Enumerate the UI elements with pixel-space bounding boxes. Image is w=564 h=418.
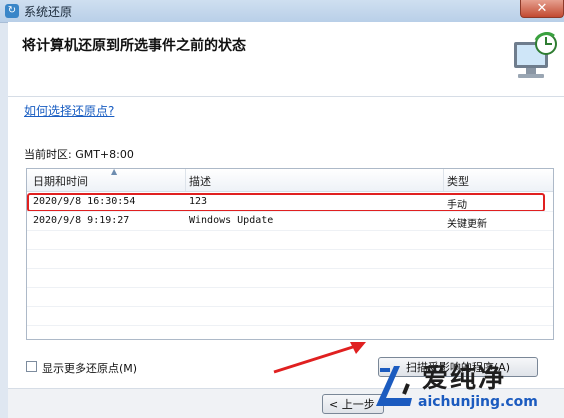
sort-arrow-icon: ▲ [111,167,118,176]
column-divider[interactable] [185,169,186,191]
page-title: 将计算机还原到所选事件之前的状态 [22,38,246,54]
table-row[interactable]: 2020/9/8 9:19:27 Windows Update 关键更新 [27,212,553,230]
window-title: 系统还原 [24,5,73,19]
table-row[interactable]: 2020/9/8 16:30:54 123 手动 [27,193,553,212]
help-link[interactable]: 如何选择还原点? [24,102,114,119]
restore-monitor-icon [514,32,557,78]
row-divider [27,306,553,307]
cell-datetime: 2020/9/8 16:30:54 [33,196,136,207]
watermark: 爱纯净 aichunjing.com [366,356,564,417]
cell-type: 关键更新 [447,219,487,230]
column-header-description[interactable]: 描述 [189,173,211,189]
cell-description: Windows Update [189,215,274,226]
row-divider [27,268,553,269]
column-header-datetime[interactable]: 日期和时间 [33,173,88,189]
show-more-checkbox-label[interactable]: 显示更多还原点(M) [42,360,137,376]
row-divider [27,325,553,326]
watermark-brand: 爱纯净 [422,364,507,394]
cell-description: 123 [189,196,208,207]
close-button[interactable]: ✕ [520,0,564,18]
cell-type: 手动 [447,200,467,211]
annotation-arrow-icon [273,342,366,374]
brand-logo-icon [376,366,412,406]
row-divider [27,249,553,250]
show-more-checkbox[interactable] [26,361,37,372]
title-bar: ↻ 系统还原 ✕ [0,0,564,23]
table-header: ▲ 日期和时间 描述 类型 [27,167,553,192]
row-divider [27,230,553,231]
row-divider [27,287,553,288]
watermark-url: aichunjing.com [418,394,538,410]
timezone-label: 当前时区: GMT+8:00 [24,148,134,161]
restore-points-table: ▲ 日期和时间 描述 类型 2020/9/8 16:30:54 123 手动 2… [26,167,554,340]
column-divider[interactable] [443,169,444,191]
header-band: 将计算机还原到所选事件之前的状态 [8,22,564,97]
column-header-type[interactable]: 类型 [447,173,469,189]
system-restore-icon: ↻ [5,4,19,18]
cell-datetime: 2020/9/8 9:19:27 [33,215,130,226]
